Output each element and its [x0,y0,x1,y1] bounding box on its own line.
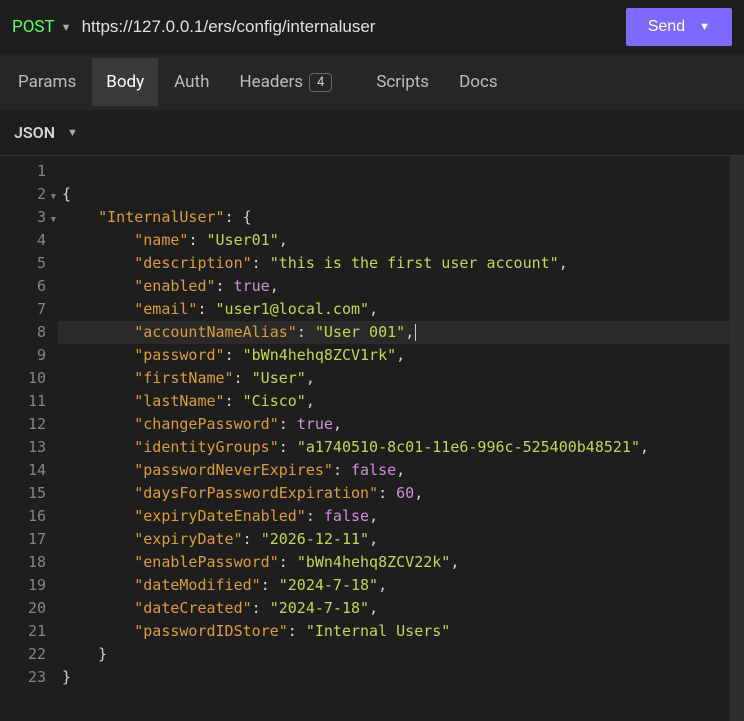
tab-params[interactable]: Params [4,58,90,106]
tab-body[interactable]: Body [92,58,158,106]
code-editor[interactable]: 12▼3▼4567891011121314151617181920212223 … [0,156,744,721]
body-type-dropdown[interactable]: JSON ▼ [14,123,78,142]
request-topbar: POST ▼ Send ▼ [0,0,744,54]
request-tabs: Params Body Auth Headers 4 Scripts Docs [0,54,744,110]
tab-label: Docs [459,72,498,92]
scrollbar[interactable] [730,156,744,721]
tab-headers[interactable]: Headers 4 [225,58,346,106]
tab-label: Body [106,72,144,92]
line-gutter: 12▼3▼4567891011121314151617181920212223 [0,156,58,721]
http-method-label: POST [12,17,55,37]
chevron-down-icon: ▼ [61,21,72,34]
chevron-down-icon[interactable]: ▼ [699,21,710,33]
url-input[interactable] [82,17,616,37]
body-type-label: JSON [14,123,55,142]
tab-label: Headers [239,72,303,92]
tab-scripts[interactable]: Scripts [362,58,443,106]
tab-auth[interactable]: Auth [160,58,223,106]
http-method-dropdown[interactable]: POST ▼ [12,17,72,37]
chevron-down-icon: ▼ [67,126,78,139]
send-button-label: Send [648,18,685,36]
tab-docs[interactable]: Docs [445,58,512,106]
tab-label: Scripts [376,72,429,92]
headers-count-badge: 4 [309,73,332,92]
send-button[interactable]: Send ▼ [626,8,732,46]
body-toolbar: JSON ▼ [0,110,744,156]
tab-label: Auth [174,72,209,92]
code-content[interactable]: { "InternalUser": { "name": "User01", "d… [58,156,730,721]
tab-label: Params [18,72,76,92]
